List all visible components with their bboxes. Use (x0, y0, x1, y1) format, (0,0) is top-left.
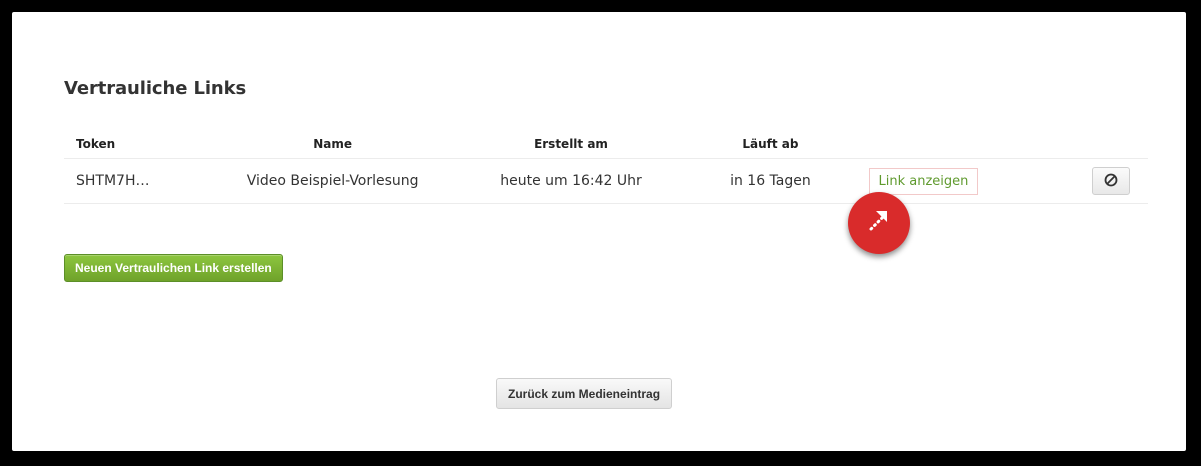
name-cell: Video Beispiel-Vorlesung (213, 158, 453, 204)
expires-cell: in 16 Tagen (689, 158, 851, 204)
back-to-media-entry-button[interactable]: Zurück zum Medieneintrag (496, 378, 673, 409)
table-row: SHTM7H… Video Beispiel-Vorlesung heute u… (64, 158, 1148, 204)
column-action (996, 130, 1148, 159)
highlight-arrow-badge (848, 192, 910, 254)
column-expires: Läuft ab (689, 130, 851, 159)
action-cell (996, 158, 1148, 204)
column-link (850, 130, 997, 159)
page-title: Vertrauliche Links (64, 78, 247, 99)
arrow-up-right-icon (863, 205, 895, 241)
created-cell: heute um 16:42 Uhr (452, 158, 690, 204)
table-body: SHTM7H… Video Beispiel-Vorlesung heute u… (64, 158, 1148, 204)
confidential-links-table: Token Name Erstellt am Läuft ab SHTM7H… … (64, 130, 1148, 204)
token-cell: SHTM7H… (64, 158, 214, 204)
show-link-button[interactable]: Link anzeigen (868, 167, 979, 195)
revoke-link-button[interactable] (1092, 167, 1130, 195)
circle-slash-icon (1104, 173, 1118, 190)
table-header-row: Token Name Erstellt am Läuft ab (64, 130, 1148, 159)
page-container: Vertrauliche Links Token Name Erstellt a… (12, 12, 1186, 451)
create-confidential-link-button[interactable]: Neuen Vertraulichen Link erstellen (64, 254, 283, 282)
table-header: Token Name Erstellt am Läuft ab (64, 130, 1148, 159)
column-token: Token (64, 130, 214, 159)
column-created: Erstellt am (452, 130, 690, 159)
column-name: Name (213, 130, 453, 159)
